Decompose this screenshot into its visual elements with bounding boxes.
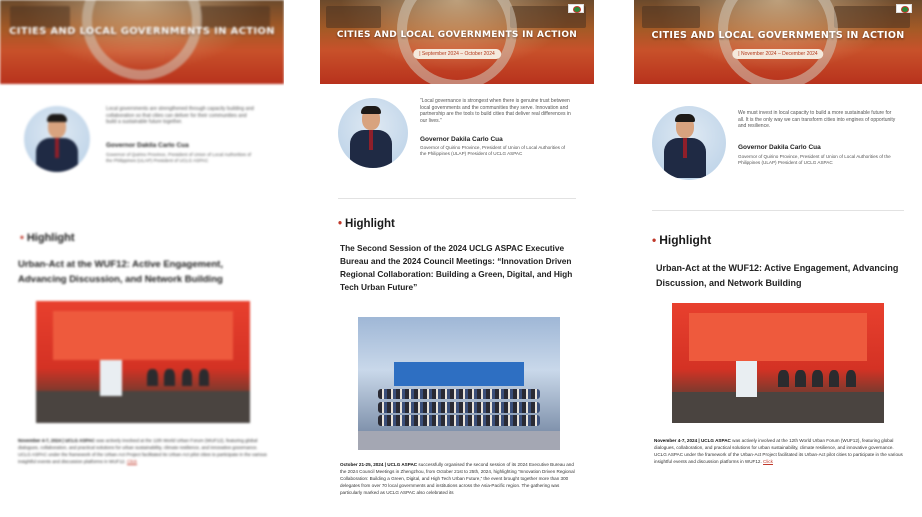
banner-title: CITIES AND LOCAL GOVERNMENTS IN ACTION <box>336 30 578 40</box>
newsletter-banner: CITIES AND LOCAL GOVERNMENTS IN ACTION <box>0 0 284 84</box>
banner-title: CITIES AND LOCAL GOVERNMENTS IN ACTION <box>9 26 275 37</box>
banner-date: | November 2024 – December 2024 <box>732 49 824 59</box>
highlight-heading: • Highlight <box>20 232 75 244</box>
banner-title: CITIES AND LOCAL GOVERNMENTS IN ACTION <box>651 30 905 41</box>
governor-section: Local governments are strengthened throu… <box>0 84 284 204</box>
article-body: November 4-7, 2024 | UCLG ASPAC was acti… <box>654 438 903 464</box>
section-divider <box>338 198 576 199</box>
bullet-icon: • <box>338 218 343 230</box>
governor-role: Governor of Quirino Province, President … <box>738 154 891 165</box>
article-photo <box>36 301 250 423</box>
governor-section: We must invest in local capacity to buil… <box>634 84 922 204</box>
newsletter-panel-right: CITIES AND LOCAL GOVERNMENTS IN ACTION |… <box>634 0 922 517</box>
governor-role: Governor of Quirino Province, President … <box>106 152 252 163</box>
article-title[interactable]: Urban-Act at the WUF12: Active Engagemen… <box>656 261 906 291</box>
article-body: October 21-25, 2024 | UCLG ASPAC success… <box>340 462 575 495</box>
highlight-heading: • Highlight <box>652 233 712 247</box>
newsletter-banner: CITIES AND LOCAL GOVERNMENTS IN ACTION |… <box>320 0 594 84</box>
article-title[interactable]: Urban-Act at the WUF12: Active Engagemen… <box>18 257 258 287</box>
bullet-icon: • <box>20 232 24 244</box>
governor-avatar <box>652 106 726 180</box>
flag-icon <box>568 4 584 13</box>
newsletter-panel-left: CITIES AND LOCAL GOVERNMENTS IN ACTION L… <box>0 0 284 517</box>
governor-section: “Local governance is strongest when ther… <box>320 84 594 204</box>
newsletter-panel-middle: CITIES AND LOCAL GOVERNMENTS IN ACTION |… <box>320 0 594 517</box>
governor-quote: “Local governance is strongest when ther… <box>420 98 571 124</box>
governor-quote: Local governments are strengthened throu… <box>106 106 254 125</box>
governor-quote: We must invest in local capacity to buil… <box>738 110 896 129</box>
bullet-icon: • <box>652 233 657 247</box>
article-body: November 4-7, 2024 | UCLG ASPAC was acti… <box>18 438 267 464</box>
article-photo <box>358 317 560 450</box>
click-link[interactable]: Click <box>763 459 773 464</box>
governor-name: Governor Dakila Carlo Cua <box>106 142 189 149</box>
section-divider <box>652 210 904 211</box>
highlight-heading: • Highlight <box>338 218 395 230</box>
article-photo <box>672 303 884 423</box>
banner-date: | September 2024 – October 2024 <box>413 49 501 59</box>
governor-name: Governor Dakila Carlo Cua <box>420 136 503 143</box>
click-link[interactable]: Click <box>127 459 137 464</box>
article-title[interactable]: The Second Session of the 2024 UCLG ASPA… <box>340 242 580 294</box>
governor-name: Governor Dakila Carlo Cua <box>738 144 821 151</box>
newsletter-banner: CITIES AND LOCAL GOVERNMENTS IN ACTION |… <box>634 0 922 84</box>
governor-avatar <box>24 106 90 172</box>
governor-avatar <box>338 98 408 168</box>
flag-icon <box>896 4 912 13</box>
governor-role: Governor of Quirino Province, President … <box>420 145 566 156</box>
